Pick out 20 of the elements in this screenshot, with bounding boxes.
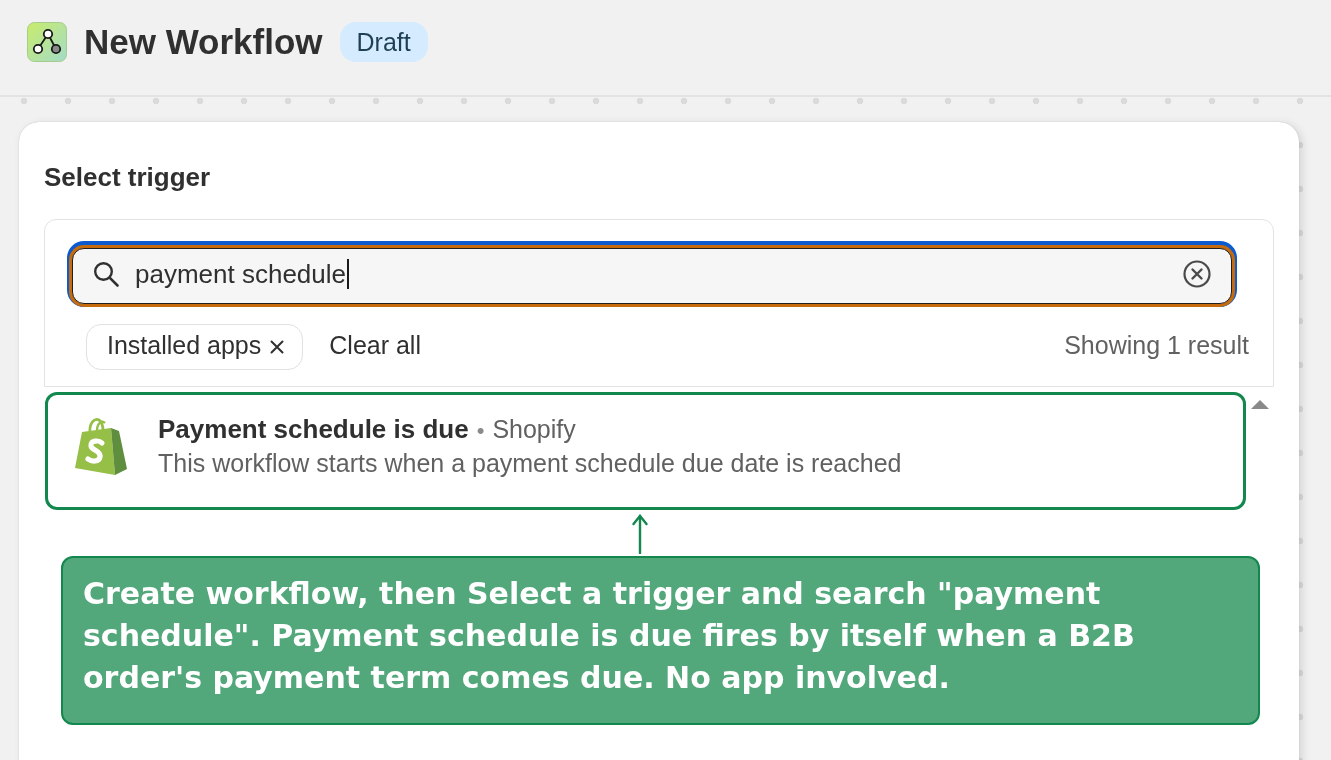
clear-search-icon[interactable]: [1183, 260, 1211, 288]
result-source: Shopify: [492, 414, 576, 445]
separator: •: [476, 417, 485, 445]
up-arrow-icon: [632, 514, 648, 554]
page-title: New Workflow: [84, 22, 323, 62]
filter-chip[interactable]: Installed apps: [86, 324, 304, 370]
remove-icon[interactable]: [270, 340, 285, 354]
result-title: Payment schedule is due: [158, 413, 469, 445]
connected-nodes-icon: [27, 22, 67, 62]
panel-title: Select trigger: [44, 161, 212, 193]
clear-all-button[interactable]: Clear all: [329, 331, 421, 363]
status-badge: Draft: [339, 22, 428, 62]
up-triangle-icon[interactable]: [1251, 400, 1269, 409]
shopping-bag-icon: [75, 416, 127, 476]
result-description: This workflow starts when a payment schedule due date is reached: [158, 448, 902, 479]
annotation-note: Create workflow, then Select a trigger and search "payment schedule". Payment schedule is due fires by itself when a B2B order's payment term comes due. No app involved.: [61, 556, 1260, 725]
trigger-result[interactable]: Payment schedule is due • Shopify This workflow starts when a payment schedule due date is reached: [45, 392, 1246, 510]
text-cursor-icon: [347, 259, 349, 289]
result-count: Showing 1 result: [1064, 331, 1249, 361]
search-icon: [93, 261, 119, 287]
